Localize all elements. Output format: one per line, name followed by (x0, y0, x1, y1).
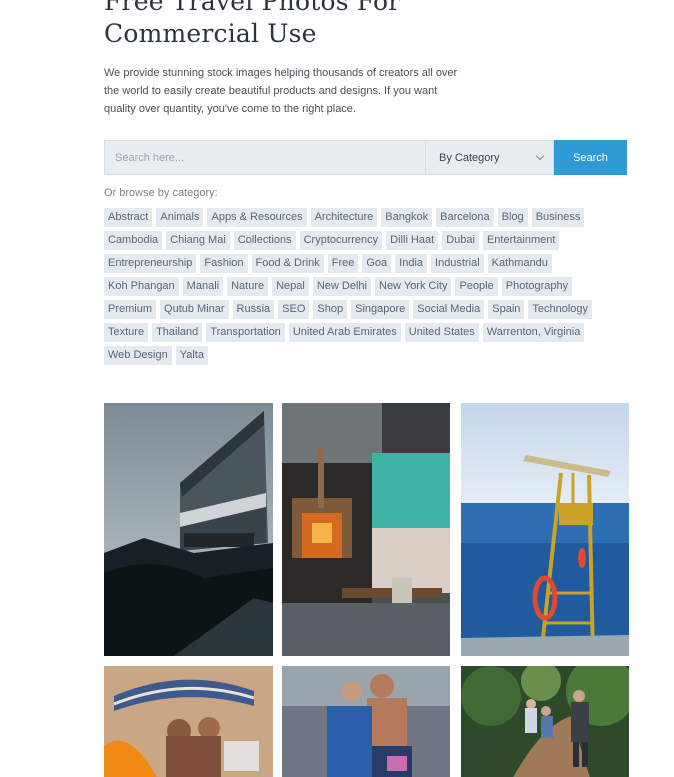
category-tag[interactable]: Dubai (442, 231, 479, 250)
category-tag[interactable]: Animals (156, 208, 204, 227)
category-tag[interactable]: Web Design (104, 346, 172, 365)
category-tag[interactable]: Texture (104, 323, 149, 342)
category-tag[interactable]: Chiang Mai (166, 231, 230, 250)
category-tag[interactable]: Cryptocurrency (299, 231, 383, 250)
category-tag[interactable]: Photography (501, 277, 573, 296)
category-select[interactable]: By Category (425, 140, 554, 175)
category-tag[interactable]: United States (404, 323, 479, 342)
category-tag[interactable]: Singapore (351, 300, 410, 319)
page-title: Free Travel Photos For Commercial Use (104, 0, 401, 48)
photo-card[interactable] (461, 403, 629, 656)
category-tag[interactable]: People (455, 277, 498, 296)
category-tag[interactable]: Fashion (200, 254, 248, 273)
category-tag[interactable]: Warrenton, Virginia (482, 323, 585, 342)
category-tag[interactable]: Shop (313, 300, 348, 319)
category-tag[interactable]: Collections (233, 231, 296, 250)
category-tag[interactable]: Dilli Haat (386, 231, 439, 250)
photo-card[interactable] (282, 403, 450, 656)
photo-card[interactable] (104, 666, 273, 777)
category-tag[interactable]: Free (327, 254, 359, 273)
category-select-value: By Category (439, 151, 500, 164)
category-tag[interactable]: Premium (104, 300, 157, 319)
photo-street-kitchen (282, 403, 450, 656)
category-tag[interactable]: Entrepreneurship (104, 254, 197, 273)
category-tag[interactable]: Cambodia (104, 231, 163, 250)
category-tag[interactable]: Business (531, 208, 585, 227)
photo-lifeguard-tower (461, 403, 629, 656)
category-tag[interactable]: Entertainment (482, 231, 560, 250)
category-tag[interactable]: Social Media (413, 300, 485, 319)
category-tag[interactable]: New York City (375, 277, 452, 296)
category-tag[interactable]: Spain (488, 300, 525, 319)
category-tag[interactable]: Yalta (175, 346, 208, 365)
category-tag[interactable]: Nature (227, 277, 269, 296)
browse-label: Or browse by category: (104, 187, 218, 199)
category-tag[interactable]: Industrial (431, 254, 484, 273)
category-tag[interactable]: Apps & Resources (207, 208, 307, 227)
category-tag[interactable]: Nepal (272, 277, 309, 296)
search-bar: By Category Search (104, 140, 627, 175)
category-tag[interactable]: Architecture (310, 208, 378, 227)
photo-card[interactable] (104, 403, 273, 656)
category-tag[interactable]: India (395, 254, 428, 273)
photo-father-child (282, 666, 450, 777)
category-tag[interactable]: Bangkok (381, 208, 433, 227)
category-tag[interactable]: Kathmandu (487, 254, 552, 273)
category-tag[interactable]: Russia (232, 300, 275, 319)
photo-forest-hikers (461, 666, 629, 777)
search-button[interactable]: Search (554, 140, 627, 175)
category-tag[interactable]: Thailand (152, 323, 203, 342)
photo-card[interactable] (461, 666, 629, 777)
category-tag[interactable]: SEO (278, 300, 310, 319)
category-tag[interactable]: Abstract (104, 208, 153, 227)
chevron-down-icon (535, 151, 545, 161)
category-tag[interactable]: Manali (182, 277, 224, 296)
category-tag[interactable]: Koh Phangan (104, 277, 179, 296)
category-tags: Abstract Animals Apps & Resources Architect… (104, 208, 624, 365)
intro-text: We provide stunning stock images helping… (104, 67, 458, 115)
category-tag[interactable]: New Delhi (312, 277, 371, 296)
search-input[interactable] (104, 140, 425, 175)
category-tag[interactable]: Qutub Minar (160, 300, 229, 319)
category-tag[interactable]: Goa (362, 254, 392, 273)
category-tag[interactable]: United Arab Emirates (288, 323, 401, 342)
category-tag[interactable]: Food & Drink (251, 254, 324, 273)
category-tag[interactable]: Technology (528, 300, 593, 319)
category-tag[interactable]: Blog (497, 208, 528, 227)
photo-card[interactable] (282, 666, 450, 777)
photo-modernist-building (104, 403, 273, 656)
photo-beach-umbrella (104, 666, 273, 777)
category-tag[interactable]: Barcelona (436, 208, 494, 227)
category-tag[interactable]: Transportation (206, 323, 285, 342)
